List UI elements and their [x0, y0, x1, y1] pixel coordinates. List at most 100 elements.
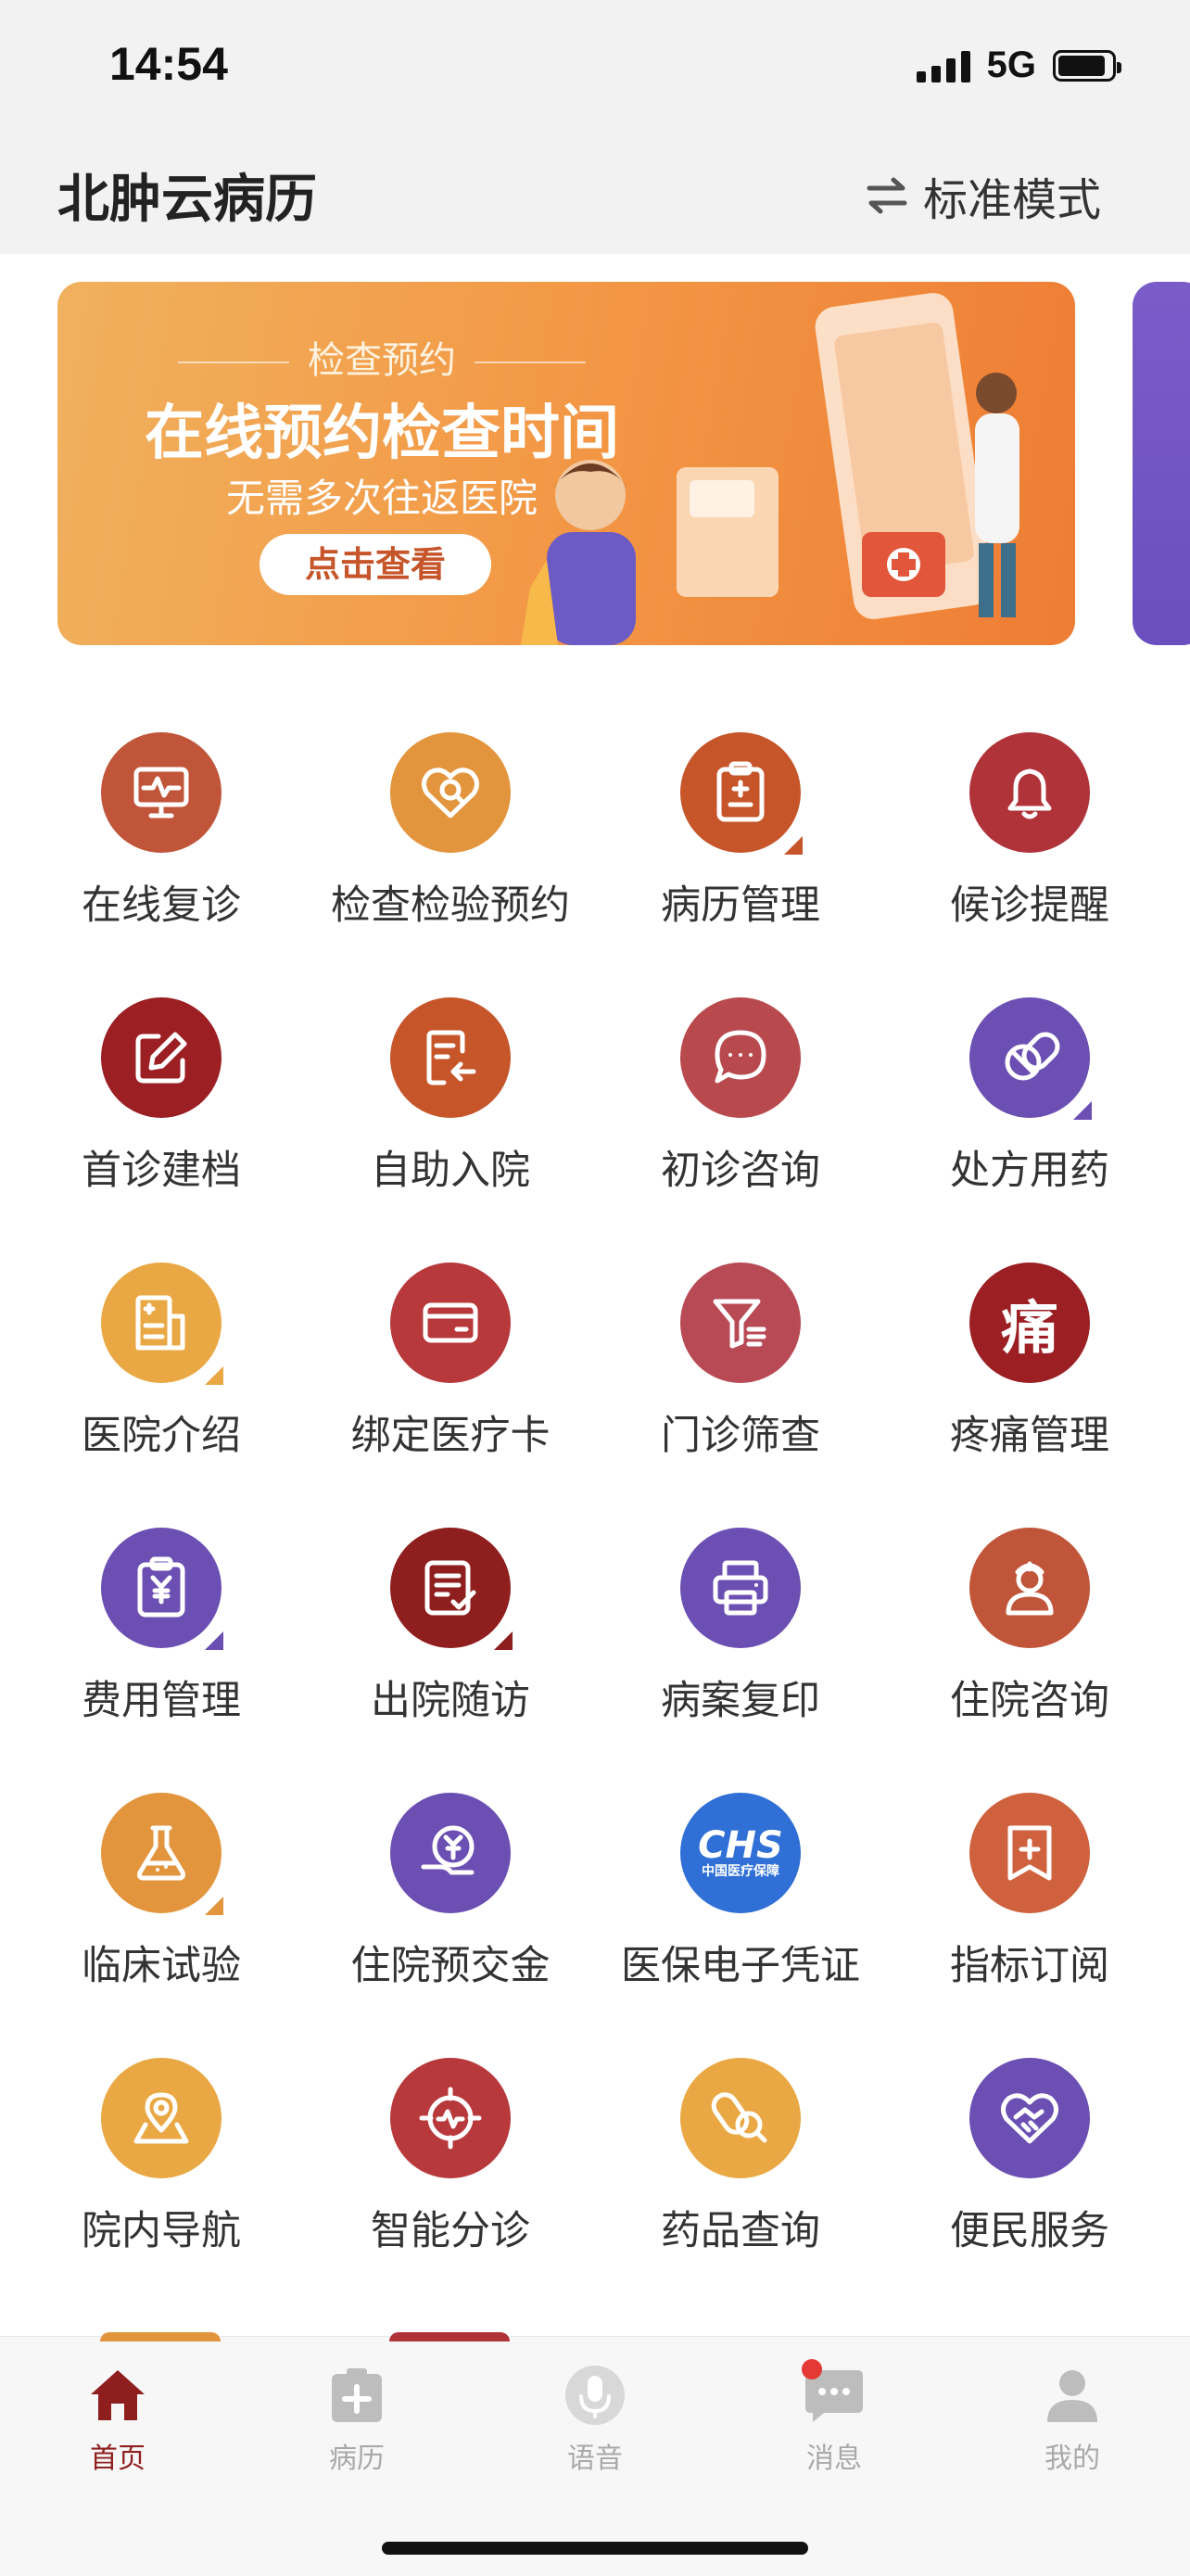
- service-label: 自助入院: [371, 1148, 530, 1194]
- tab-label: 语音: [567, 2443, 623, 2475]
- message-icon: [802, 2359, 867, 2428]
- service-label: 疼痛管理: [950, 1413, 1109, 1459]
- banner-headline: 在线预约检查时间: [145, 400, 619, 468]
- service-item[interactable]: 院内导航: [17, 2058, 306, 2256]
- service-item[interactable]: 费用管理: [17, 1528, 306, 1726]
- chs-logo-subtext: 中国医疗保障: [701, 1864, 779, 1879]
- corner-badge: [205, 1897, 223, 1915]
- mode-switch-button[interactable]: 标准模式: [864, 163, 1101, 228]
- service-item[interactable]: 痛疼痛管理: [885, 1263, 1174, 1461]
- service-label: 病历管理: [661, 882, 820, 929]
- next-banner-peek[interactable]: [1133, 282, 1190, 645]
- service-label: 处方用药: [950, 1148, 1109, 1194]
- microphone-icon: [563, 2363, 627, 2428]
- service-label: 临床试验: [82, 1943, 241, 1989]
- service-label: 药品查询: [661, 2208, 820, 2254]
- chs-logo-text: CHS: [698, 1824, 783, 1867]
- profile-icon: [1040, 2363, 1105, 2428]
- service-label: 病案复印: [661, 1678, 820, 1724]
- service-label: 医院介绍: [82, 1413, 241, 1459]
- service-item[interactable]: 住院预交金: [306, 1793, 595, 1991]
- tab-label: 消息: [806, 2443, 862, 2475]
- service-item[interactable]: 便民服务: [885, 2058, 1174, 2256]
- corner-badge: [1073, 1101, 1092, 1120]
- service-item[interactable]: 候诊提醒: [885, 732, 1174, 931]
- bookmark-plus-icon: [969, 1793, 1090, 1913]
- tab-medical-record[interactable]: 病历: [283, 2363, 431, 2476]
- service-label: 费用管理: [82, 1678, 241, 1724]
- service-label: 候诊提醒: [950, 882, 1109, 929]
- nurse-icon: [969, 1528, 1090, 1648]
- yuan-clipboard-icon: [101, 1528, 223, 1650]
- yuan-hand-icon: [390, 1793, 511, 1913]
- home-icon: [85, 2363, 150, 2428]
- service-label: 医保电子凭证: [621, 1943, 860, 1989]
- service-item[interactable]: 智能分诊: [306, 2058, 595, 2256]
- page-title: 北肿云病历: [57, 170, 317, 230]
- pain-char-icon: 痛: [969, 1263, 1090, 1383]
- hospital-building-icon: [101, 1263, 223, 1385]
- network-type: 5G: [986, 44, 1036, 85]
- monitor-pulse-icon: [101, 732, 222, 853]
- next-row-peek: [389, 2332, 510, 2341]
- chs-logo: CHS 中国医疗保障: [698, 1827, 783, 1879]
- service-item[interactable]: CHS 中国医疗保障医保电子凭证: [596, 1793, 885, 1991]
- next-row-peek: [100, 2332, 221, 2341]
- service-item[interactable]: 药品查询: [596, 2058, 885, 2256]
- admission-icon: [390, 997, 511, 1118]
- service-label: 院内导航: [82, 2208, 241, 2254]
- map-pin-icon: [101, 2058, 222, 2178]
- service-item[interactable]: 绑定医疗卡: [306, 1263, 595, 1461]
- service-item[interactable]: 门诊筛查: [596, 1263, 885, 1461]
- service-label: 初诊咨询: [661, 1148, 820, 1194]
- service-item[interactable]: 住院咨询: [885, 1528, 1174, 1726]
- corner-badge: [205, 1366, 223, 1385]
- status-time: 14:54: [109, 38, 228, 90]
- service-item[interactable]: 在线复诊: [17, 732, 306, 931]
- status-bar: 14:54 5G: [0, 0, 1190, 135]
- document-check-icon: [390, 1528, 513, 1650]
- service-item[interactable]: 初诊咨询: [596, 997, 885, 1196]
- service-item[interactable]: 病历管理: [596, 732, 885, 931]
- corner-badge: [205, 1631, 223, 1650]
- tab-microphone[interactable]: 语音: [521, 2363, 669, 2476]
- service-label: 在线复诊: [82, 882, 241, 929]
- bottom-tab-bar: 首页 病历 语音 消息 我的: [0, 2336, 1190, 2576]
- service-item[interactable]: 临床试验: [17, 1793, 306, 1991]
- flask-icon: [101, 1793, 223, 1915]
- app-header: 北肿云病历 标准模式: [0, 135, 1190, 254]
- service-label: 便民服务: [950, 2208, 1109, 2254]
- tab-profile[interactable]: 我的: [998, 2363, 1146, 2476]
- tab-home[interactable]: 首页: [44, 2363, 192, 2476]
- medical-record-icon: [324, 2363, 389, 2428]
- banner-cta-button[interactable]: 点击查看: [260, 534, 491, 595]
- pill-icon: [969, 997, 1092, 1120]
- filter-icon: [680, 1263, 801, 1383]
- service-label: 智能分诊: [371, 2208, 530, 2254]
- mode-label: 标准模式: [922, 174, 1101, 226]
- service-item[interactable]: 首诊建档: [17, 997, 306, 1196]
- swap-arrows-icon: [867, 177, 907, 214]
- promo-banner[interactable]: 检查预约 在线预约检查时间 无需多次往返医院 点击查看: [57, 282, 1075, 645]
- banner-subtitle: 检查预约: [57, 330, 706, 384]
- target-pulse-icon: [390, 2058, 511, 2178]
- service-item[interactable]: 医院介绍: [17, 1263, 306, 1461]
- corner-badge: [784, 836, 803, 855]
- chat-bubble-icon: [680, 997, 801, 1118]
- service-label: 检查检验预约: [331, 882, 570, 929]
- tab-message[interactable]: 消息: [760, 2359, 908, 2476]
- service-item[interactable]: 检查检验预约: [306, 732, 595, 931]
- service-item[interactable]: 自助入院: [306, 997, 595, 1196]
- service-item[interactable]: 病案复印: [596, 1528, 885, 1726]
- service-item[interactable]: 处方用药: [885, 997, 1174, 1196]
- service-label: 住院咨询: [950, 1678, 1109, 1724]
- service-label: 住院预交金: [350, 1943, 551, 1989]
- unread-badge: [802, 2359, 822, 2379]
- service-item[interactable]: 出院随访: [306, 1528, 595, 1726]
- service-item[interactable]: 指标订阅: [885, 1793, 1174, 1991]
- tab-label: 我的: [1044, 2443, 1100, 2475]
- chs-logo-icon: CHS 中国医疗保障: [680, 1793, 801, 1913]
- home-indicator: [382, 2542, 808, 2555]
- service-label: 出院随访: [371, 1678, 530, 1724]
- heart-search-icon: [390, 732, 511, 853]
